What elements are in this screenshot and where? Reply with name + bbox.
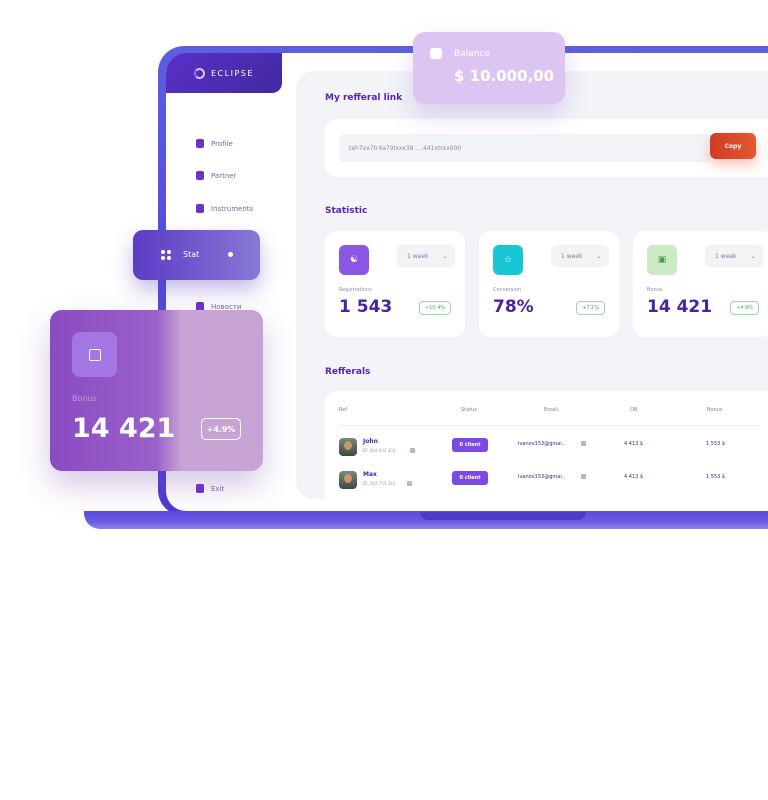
wallet-icon xyxy=(430,48,442,59)
stat-value: 1 543 xyxy=(339,297,393,317)
stat-label: Registrations xyxy=(339,287,372,293)
ref-email: Ivanov153@gmai.. xyxy=(518,474,565,480)
copy-icon[interactable] xyxy=(407,481,412,486)
stat-label: Bonus xyxy=(647,287,663,293)
ref-ob: 4 413 $ xyxy=(624,441,644,447)
main-content: My refferal link teh7xx7tr4a79lxxx38....… xyxy=(296,71,768,511)
bonus-value: 14 421 xyxy=(72,413,176,444)
period-value: 1 week xyxy=(407,252,429,260)
bonus-card: Bonus 14 421 +4.9% xyxy=(50,310,263,471)
ref-name: John xyxy=(363,438,378,445)
balance-card: Balance $ 10.000,00 xyxy=(413,32,565,104)
bonus-label: Bonus xyxy=(72,394,97,403)
stat-label: Conversion xyxy=(493,287,522,293)
users-icon: ☯ xyxy=(339,245,369,275)
sidebar-item-partner[interactable]: Partner xyxy=(196,171,236,180)
ref-bonus: 1 553 $ xyxy=(706,441,726,447)
column-header-status: Status xyxy=(461,407,477,413)
ref-email: Ivanov153@gmai.. xyxy=(518,441,565,447)
period-select[interactable]: 1 week ⌄ xyxy=(551,245,609,267)
gift-icon: ▣ xyxy=(647,245,677,275)
chevron-down-icon: ⌄ xyxy=(442,252,448,260)
referral-title: My refferal link xyxy=(325,93,403,103)
active-dot-icon xyxy=(228,252,233,257)
ref-name: Max xyxy=(363,471,377,478)
period-select[interactable]: 1 week ⌄ xyxy=(397,245,455,267)
column-header-ob: OB xyxy=(630,407,638,413)
referrals-title: Refferals xyxy=(325,367,371,377)
stat-change-badge: +7.1% xyxy=(576,301,605,315)
stat-change-badge: +10.4% xyxy=(418,301,451,315)
gift-icon xyxy=(72,332,117,377)
ref-ob: 4 413 $ xyxy=(624,474,644,480)
referral-card: teh7xx7tr4a79lxxx38.....441xtrxx000 Copy xyxy=(325,119,768,177)
stat-change-badge: +4.9% xyxy=(730,301,759,315)
table-row[interactable]: John ID: 004 043 403 0 client Ivanov153@… xyxy=(325,436,768,460)
avatar xyxy=(339,438,357,456)
briefcase-icon xyxy=(196,171,204,180)
table-divider xyxy=(339,425,759,426)
avatar xyxy=(339,471,357,489)
table-row[interactable]: Max ID: 002 753 341 0 client Ivanov153@g… xyxy=(325,469,768,493)
exit-icon xyxy=(196,484,204,493)
ref-bonus: 1 553 $ xyxy=(706,474,726,480)
sidebar-item-label: Profile xyxy=(211,139,233,148)
sidebar-item-label: Exit xyxy=(211,484,225,493)
eclipse-logo-icon xyxy=(194,67,205,79)
bonus-change-badge: +4.9% xyxy=(201,418,241,440)
ref-id: ID: 004 043 403 xyxy=(363,448,396,453)
sidebar-item-instruments[interactable]: Instruments xyxy=(196,204,253,213)
page: ECLIPSE Profile Partner Instruments Ново… xyxy=(0,0,768,800)
stat-value: 78% xyxy=(493,297,534,317)
status-badge: 0 client xyxy=(452,438,488,452)
column-header-ref: Ref xyxy=(339,407,348,413)
balance-label: Balance xyxy=(454,49,490,59)
grid-icon xyxy=(161,250,171,260)
sidebar-item-label: Stat xyxy=(183,250,200,259)
sidebar-item-label: Instruments xyxy=(211,204,254,213)
sidebar-item-exit[interactable]: Exit xyxy=(196,484,224,493)
stat-value: 14 421 xyxy=(647,297,713,317)
stat-card-conversion: ☆ 1 week ⌄ Conversion 78% +7.1% xyxy=(479,231,619,337)
user-icon xyxy=(196,139,204,148)
referrals-table: Ref Status Email OB Bonus John ID: 004 0… xyxy=(325,391,768,511)
stat-card-registrations: ☯ 1 week ⌄ Registrations 1 543 +10.4% xyxy=(325,231,465,337)
period-select[interactable]: 1 week ⌄ xyxy=(705,245,763,267)
period-value: 1 week xyxy=(561,252,583,260)
sidebar-item-profile[interactable]: Profile xyxy=(196,139,233,148)
period-value: 1 week xyxy=(715,252,737,260)
sidebar-item-label: Partner xyxy=(211,171,237,180)
brand-name: ECLIPSE xyxy=(211,68,254,78)
chevron-down-icon: ⌄ xyxy=(596,252,602,260)
logo[interactable]: ECLIPSE xyxy=(166,53,282,93)
copy-icon[interactable] xyxy=(581,441,586,446)
column-header-bonus: Bonus xyxy=(707,407,723,413)
star-icon: ☆ xyxy=(493,245,523,275)
chevron-down-icon: ⌄ xyxy=(750,252,756,260)
status-badge: 0 client xyxy=(452,471,488,485)
stat-card-bonus: ▣ 1 week ⌄ Bonus 14 421 +4.9% xyxy=(633,231,768,337)
toolbox-icon xyxy=(196,204,204,213)
copy-icon[interactable] xyxy=(581,474,586,479)
sidebar-item-stat[interactable]: Stat xyxy=(133,230,260,280)
column-header-email: Email xyxy=(544,407,558,413)
ref-id: ID: 002 753 341 xyxy=(363,481,396,486)
copy-icon[interactable] xyxy=(410,448,415,453)
balance-value: $ 10.000,00 xyxy=(454,67,555,85)
laptop-notch xyxy=(420,512,586,520)
statistic-title: Statistic xyxy=(325,206,368,216)
copy-button[interactable]: Copy xyxy=(710,133,756,159)
referral-link-field[interactable]: teh7xx7tr4a79lxxx38.....441xtrxx000 xyxy=(339,134,711,162)
